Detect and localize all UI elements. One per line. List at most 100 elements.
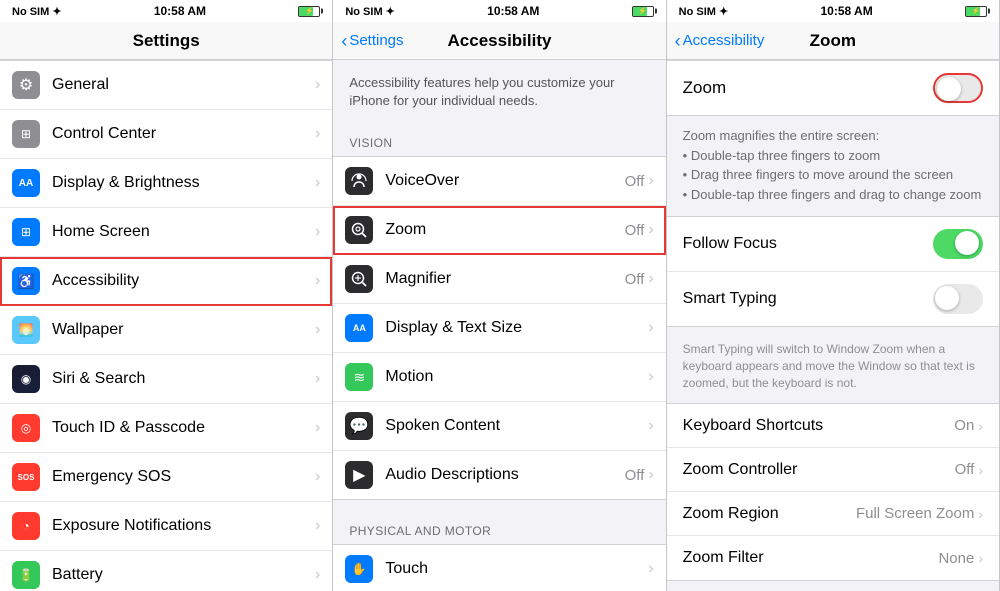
wallpaper-chevron: ›	[315, 321, 320, 339]
zoom-description: Zoom magnifies the entire screen: Double…	[667, 116, 999, 216]
accessibility-label: Accessibility	[52, 272, 315, 290]
keyboard-shortcuts-val-text: On	[954, 417, 974, 434]
zoom-icon	[345, 216, 373, 244]
settings-item-accessibility[interactable]: ♿ Accessibility ›	[0, 257, 332, 306]
zoom-controller-value: Off ›	[955, 461, 983, 478]
settings-item-wallpaper[interactable]: 🌅 Wallpaper ›	[0, 306, 332, 355]
zoom-desc-item-3: Double-tap three fingers and drag to cha…	[683, 185, 983, 205]
panel-settings: No SIM ✦ 10:58 AM ⚡ Settings ⚙ General ›…	[0, 0, 333, 591]
zoom-main-row: Zoom	[667, 60, 999, 116]
zoom-controller-row[interactable]: Zoom Controller Off ›	[667, 448, 999, 492]
spoken-content-label: Spoken Content	[385, 417, 648, 435]
no-sim-3: No SIM ✦	[679, 5, 729, 18]
smart-typing-toggle[interactable]	[933, 284, 983, 314]
exposure-label: Exposure Notifications	[52, 517, 315, 535]
status-bar-1: No SIM ✦ 10:58 AM ⚡	[0, 0, 332, 22]
magnifier-icon	[345, 265, 373, 293]
settings-item-touchid[interactable]: ◎ Touch ID & Passcode ›	[0, 404, 332, 453]
nav-title-zoom: Zoom	[810, 31, 856, 51]
touchid-chevron: ›	[315, 419, 320, 437]
settings-item-emergency-sos[interactable]: SOS Emergency SOS ›	[0, 453, 332, 502]
back-to-settings[interactable]: ‹ Settings	[341, 32, 403, 50]
follow-focus-row: Follow Focus	[667, 217, 999, 272]
zoom-region-chevron: ›	[978, 506, 983, 522]
follow-focus-toggle[interactable]	[933, 229, 983, 259]
accessibility-item-voiceover[interactable]: VoiceOver Off ›	[333, 157, 665, 206]
back-to-accessibility[interactable]: ‹ Accessibility	[675, 32, 765, 50]
voiceover-value: Off	[625, 173, 645, 190]
bolt-1: ⚡	[305, 7, 314, 15]
settings-group: ⚙ General › ⊞ Control Center › AA Displa…	[0, 60, 332, 591]
exposure-chevron: ›	[315, 517, 320, 535]
touchid-icon: ◎	[12, 414, 40, 442]
general-chevron: ›	[315, 76, 320, 94]
siri-chevron: ›	[315, 370, 320, 388]
accessibility-item-magnifier[interactable]: Magnifier Off ›	[333, 255, 665, 304]
settings-item-home-screen[interactable]: ⊞ Home Screen ›	[0, 208, 332, 257]
zoom-label-p2: Zoom	[385, 221, 624, 239]
no-sim-1: No SIM ✦	[12, 5, 62, 18]
smart-typing-row: Smart Typing	[667, 272, 999, 326]
audio-desc-chevron: ›	[648, 466, 653, 484]
zoom-chevron-p2: ›	[648, 221, 653, 239]
zoom-desc-list: Double-tap three fingers to zoom Drag th…	[683, 146, 983, 205]
settings-item-display[interactable]: AA Display & Brightness ›	[0, 159, 332, 208]
smart-typing-knob	[935, 286, 959, 310]
back-label-2: Settings	[349, 32, 403, 49]
smart-typing-desc: Smart Typing will switch to Window Zoom …	[667, 335, 999, 403]
status-right-3: ⚡	[965, 6, 987, 17]
accessibility-item-zoom[interactable]: Zoom Off ›	[333, 206, 665, 255]
zoom-filter-row[interactable]: Zoom Filter None ›	[667, 536, 999, 580]
settings-list: ⚙ General › ⊞ Control Center › AA Displa…	[0, 60, 332, 591]
display-text-label: Display & Text Size	[385, 319, 648, 337]
settings-item-battery[interactable]: 🔋 Battery ›	[0, 551, 332, 591]
settings-item-control-center[interactable]: ⊞ Control Center ›	[0, 110, 332, 159]
keyboard-shortcuts-value: On ›	[954, 417, 983, 434]
zoom-region-val-text: Full Screen Zoom	[856, 505, 974, 522]
accessibility-item-touch[interactable]: ✋ Touch ›	[333, 545, 665, 591]
display-text-icon: AA	[345, 314, 373, 342]
zoom-main-label: Zoom	[683, 78, 726, 98]
status-right-1: ⚡	[298, 6, 320, 17]
battery-icon-2: ⚡	[632, 6, 654, 17]
panel-zoom: No SIM ✦ 10:58 AM ⚡ ‹ Accessibility Zoom…	[667, 0, 1000, 591]
battery-settings-icon: 🔋	[12, 561, 40, 589]
status-time-2: 10:58 AM	[487, 4, 539, 18]
back-chevron-3: ‹	[675, 32, 681, 50]
zoom-region-label: Zoom Region	[683, 505, 779, 523]
touch-icon: ✋	[345, 555, 373, 583]
zoom-other-options-group: Keyboard Shortcuts On › Zoom Controller …	[667, 403, 999, 581]
wallpaper-icon: 🌅	[12, 316, 40, 344]
control-center-chevron: ›	[315, 125, 320, 143]
control-center-label: Control Center	[52, 125, 315, 143]
zoom-toggle-knob	[937, 77, 961, 101]
zoom-controller-chevron: ›	[978, 462, 983, 478]
nav-bar-zoom: ‹ Accessibility Zoom	[667, 22, 999, 60]
audio-desc-icon: ▶	[345, 461, 373, 489]
zoom-desc-title: Zoom magnifies the entire screen:	[683, 128, 880, 143]
back-chevron-2: ‹	[341, 32, 347, 50]
accessibility-item-spoken-content[interactable]: 💬 Spoken Content ›	[333, 402, 665, 451]
status-time-1: 10:58 AM	[154, 4, 206, 18]
zoom-filter-val-text: None	[938, 550, 974, 567]
zoom-options-group: Follow Focus Smart Typing	[667, 216, 999, 327]
accessibility-item-audio-desc[interactable]: ▶ Audio Descriptions Off ›	[333, 451, 665, 499]
magnifier-label: Magnifier	[385, 270, 624, 288]
status-bar-3: No SIM ✦ 10:58 AM ⚡	[667, 0, 999, 22]
audio-desc-label: Audio Descriptions	[385, 466, 624, 484]
back-label-3: Accessibility	[683, 32, 765, 49]
smart-typing-label: Smart Typing	[683, 290, 777, 308]
zoom-controller-val-text: Off	[955, 461, 975, 478]
settings-item-exposure[interactable]: ◔ Exposure Notifications ›	[0, 502, 332, 551]
accessibility-item-display-text[interactable]: AA Display & Text Size ›	[333, 304, 665, 353]
settings-item-siri[interactable]: ◉ Siri & Search ›	[0, 355, 332, 404]
accessibility-item-motion[interactable]: ≋ Motion ›	[333, 353, 665, 402]
nav-bar-settings: Settings	[0, 22, 332, 60]
spoken-content-chevron: ›	[648, 417, 653, 435]
accessibility-icon: ♿	[12, 267, 40, 295]
zoom-toggle[interactable]	[933, 73, 983, 103]
keyboard-shortcuts-row[interactable]: Keyboard Shortcuts On ›	[667, 404, 999, 448]
settings-item-general[interactable]: ⚙ General ›	[0, 61, 332, 110]
home-screen-icon: ⊞	[12, 218, 40, 246]
zoom-region-row[interactable]: Zoom Region Full Screen Zoom ›	[667, 492, 999, 536]
